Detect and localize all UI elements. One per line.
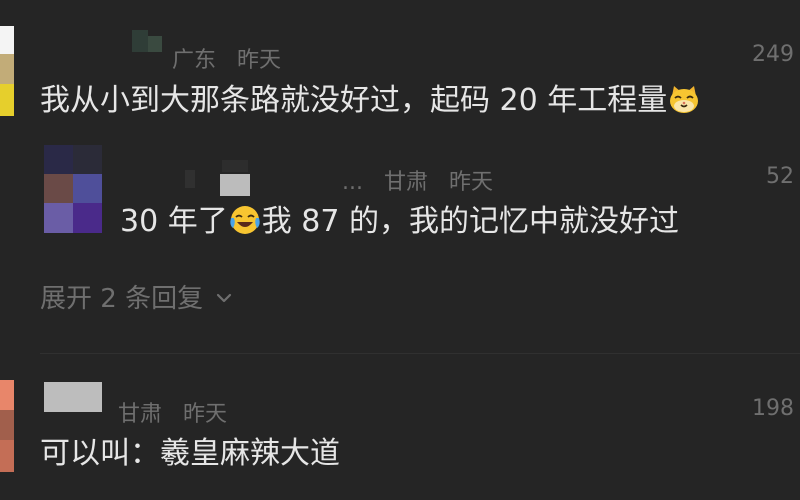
comment-text[interactable]: 30 年了 我 87 的，我的记忆中就没好过 bbox=[120, 203, 679, 241]
comment-meta: 广东 昨天 bbox=[172, 42, 281, 74]
expand-replies-label: 展开 2 条回复 bbox=[40, 284, 204, 314]
avatar[interactable] bbox=[0, 380, 14, 472]
comments-screen: 广东 昨天 249 我从小到大那条路就没好过，起码 20 年工程量 ... 甘肃… bbox=[0, 0, 800, 500]
username-mosaic[interactable] bbox=[220, 174, 250, 196]
username-mosaic[interactable] bbox=[185, 170, 195, 188]
like-count[interactable]: 198 bbox=[752, 396, 794, 421]
cat-face-emoji bbox=[667, 82, 701, 116]
comment-location: 甘肃 bbox=[118, 402, 163, 427]
crying-laughing-emoji bbox=[228, 203, 262, 237]
comment-time: 昨天 bbox=[183, 402, 228, 427]
username-mosaic[interactable] bbox=[44, 382, 102, 412]
username-suffix: ... bbox=[342, 170, 363, 195]
comment-text[interactable]: 可以叫：羲皇麻辣大道 bbox=[40, 435, 340, 473]
comment-text-before: 30 年了 bbox=[120, 204, 228, 239]
divider bbox=[40, 353, 800, 354]
like-count[interactable]: 52 bbox=[766, 164, 794, 189]
comment-text-after: 我 87 的，我的记忆中就没好过 bbox=[261, 204, 679, 239]
avatar-lower[interactable] bbox=[44, 203, 102, 233]
comment-time: 昨天 bbox=[449, 170, 494, 195]
comment-location: 广东 bbox=[172, 48, 217, 73]
username-mosaic[interactable] bbox=[132, 30, 162, 52]
comment-text[interactable]: 我从小到大那条路就没好过，起码 20 年工程量 bbox=[40, 82, 701, 120]
comment-text-content: 我从小到大那条路就没好过，起码 20 年工程量 bbox=[40, 83, 668, 118]
avatar[interactable] bbox=[0, 26, 14, 116]
expand-replies-button[interactable]: 展开 2 条回复 bbox=[40, 278, 235, 315]
like-count[interactable]: 249 bbox=[752, 42, 794, 67]
username-mosaic[interactable] bbox=[222, 160, 248, 172]
comment-meta: ... 甘肃 昨天 bbox=[342, 164, 493, 196]
comment-location: 甘肃 bbox=[383, 170, 428, 195]
comment-time: 昨天 bbox=[237, 48, 282, 73]
comment-meta: 甘肃 昨天 bbox=[118, 396, 227, 428]
chevron-down-icon bbox=[213, 286, 235, 308]
avatar[interactable] bbox=[44, 145, 102, 203]
